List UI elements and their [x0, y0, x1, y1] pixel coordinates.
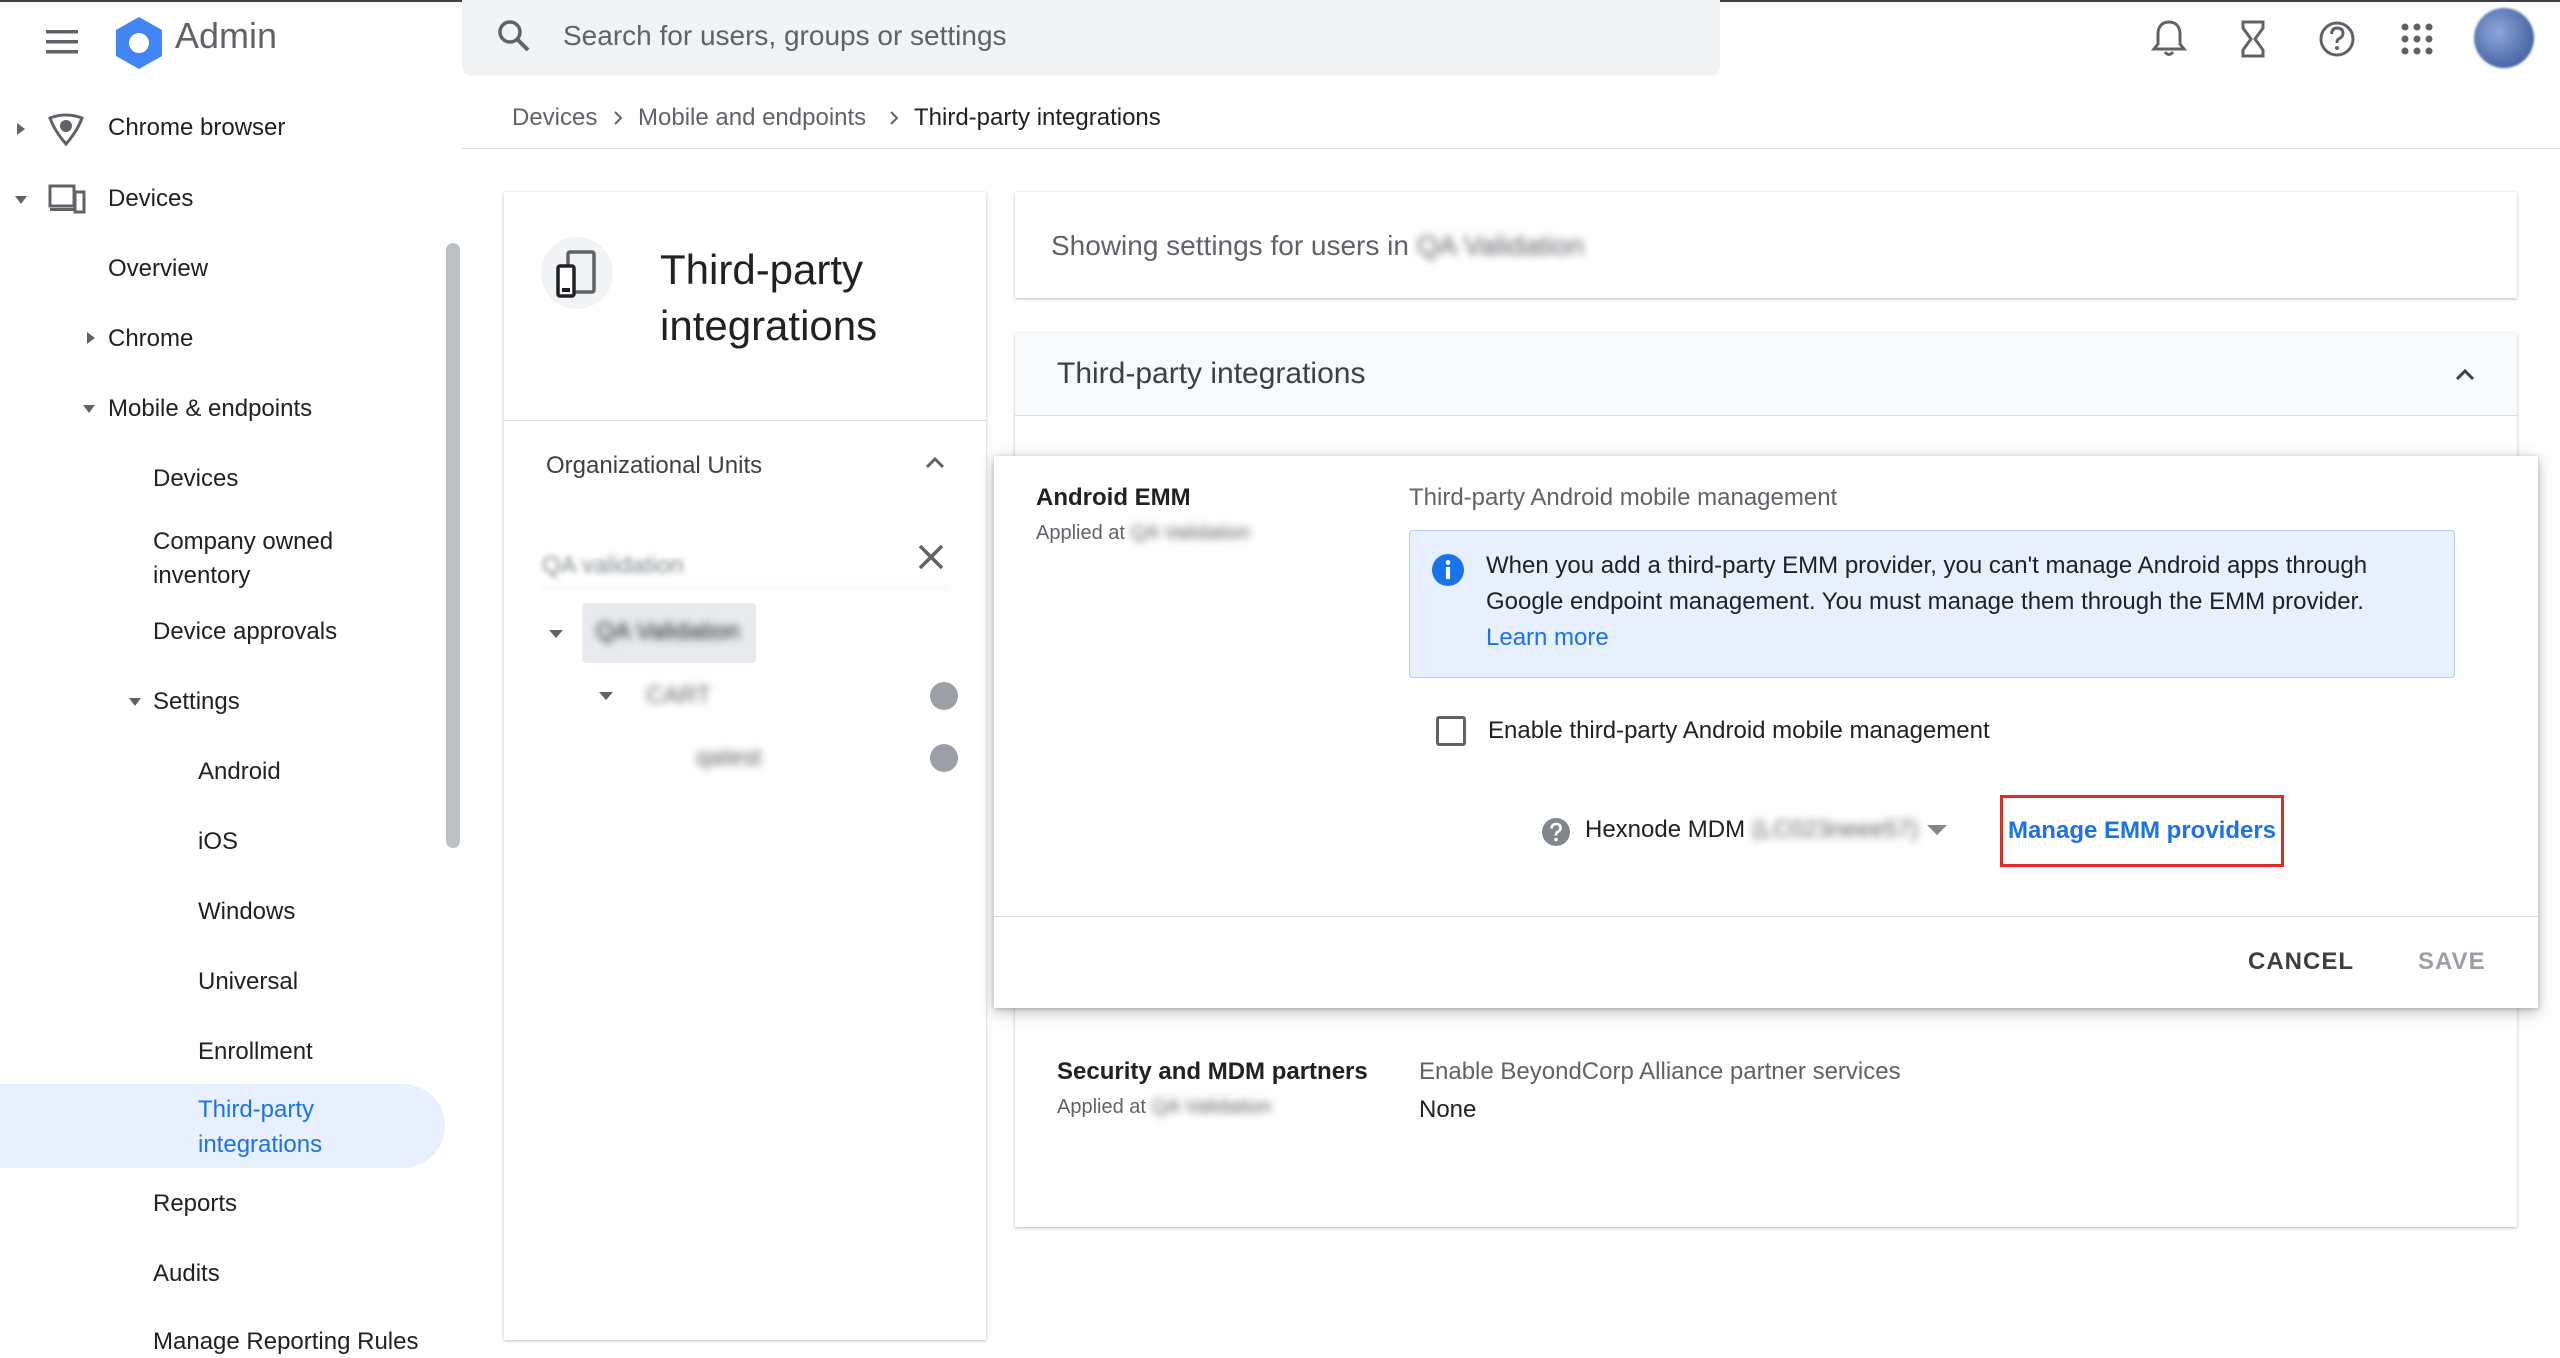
devices-icon: [48, 182, 86, 216]
sidebar-scrollbar[interactable]: [446, 243, 460, 848]
sidebar-item-devices-sub[interactable]: Devices: [153, 465, 238, 493]
section-divider: [1015, 415, 2517, 416]
manage-emm-providers-link[interactable]: Manage EMM providers: [2000, 795, 2284, 867]
notifications-bell-icon[interactable]: [2144, 14, 2194, 64]
breadcrumb-devices[interactable]: Devices: [512, 104, 597, 132]
info-banner-text: When you add a third-party EMM provider,…: [1486, 552, 2368, 651]
sidebar-item-overview[interactable]: Overview: [108, 255, 208, 283]
sidebar-item-audits[interactable]: Audits: [153, 1260, 220, 1288]
security-partners-value: None: [1419, 1096, 1477, 1123]
sidebar-item-chrome-browser[interactable]: Chrome browser: [108, 114, 285, 142]
security-partners-applied-at: Applied at QA Validation: [1057, 1096, 1272, 1118]
collapse-arrow-icon[interactable]: [82, 402, 96, 416]
security-partners-setting-title: Enable BeyondCorp Alliance partner servi…: [1419, 1058, 1901, 1085]
scope-label: Showing settings for users in QA Validat…: [1051, 230, 1585, 261]
header-divider: [462, 148, 2560, 149]
sidebar-item-chrome[interactable]: Chrome: [108, 325, 193, 353]
breadcrumb-mobile-and-endpoints[interactable]: Mobile and endpoints: [638, 104, 866, 132]
edit-card-footer-divider: [994, 916, 2538, 917]
sidebar-item-manage-reporting-rules[interactable]: Manage Reporting Rules: [153, 1328, 419, 1356]
emm-provider-select[interactable]: Hexnode MDM (LC023neee57): [1585, 816, 1919, 844]
help-icon[interactable]: [2312, 14, 2362, 64]
expand-arrow-icon[interactable]: [14, 122, 28, 136]
android-emm-applied-at: Applied at QA Validation: [1036, 522, 1251, 544]
search-input[interactable]: [563, 16, 1683, 56]
collapse-arrow-icon[interactable]: [128, 695, 142, 709]
info-icon: [1430, 552, 1466, 588]
chevron-right-icon: [884, 108, 904, 128]
chrome-browser-icon: [46, 112, 86, 148]
mobile-devices-icon: [540, 236, 614, 310]
sidebar-item-universal[interactable]: Universal: [198, 968, 298, 996]
apps-grid-icon[interactable]: [2392, 14, 2442, 64]
chevron-up-icon[interactable]: [922, 450, 948, 476]
sidebar-item-settings[interactable]: Settings: [153, 688, 240, 716]
left-panel-title: Third-party integrations: [660, 246, 878, 349]
tree-node-label[interactable]: QA Validation: [596, 618, 740, 646]
enable-emm-checkbox[interactable]: [1436, 716, 1466, 746]
org-units-title: Organizational Units: [546, 452, 763, 479]
chevron-up-icon[interactable]: [2452, 362, 2478, 388]
sidebar-item-ios[interactable]: iOS: [198, 828, 238, 856]
section-title: Third-party integrations: [1057, 357, 1366, 390]
tasks-hourglass-icon[interactable]: [2228, 14, 2278, 64]
tree-node-label[interactable]: qatest: [696, 744, 761, 772]
sidebar-item-devices[interactable]: Devices: [108, 185, 193, 213]
sidebar-item-third-party-integrations[interactable]: Third-party integrations: [198, 1092, 378, 1162]
expand-arrow-icon[interactable]: [84, 331, 98, 345]
sidebar-item-reports[interactable]: Reports: [153, 1190, 237, 1218]
sidebar-item-android[interactable]: Android: [198, 758, 281, 786]
dropdown-arrow-icon[interactable]: [1926, 822, 1948, 838]
admin-logo-icon[interactable]: [110, 14, 168, 72]
user-avatar[interactable]: [2474, 8, 2534, 68]
chevron-right-icon: [608, 108, 628, 128]
main-menu-icon[interactable]: [38, 18, 88, 68]
save-button[interactable]: SAVE: [2418, 948, 2486, 976]
help-circle-icon[interactable]: [1540, 816, 1572, 848]
breadcrumb-current: Third-party integrations: [914, 104, 1161, 131]
search-icon[interactable]: [494, 16, 534, 56]
collapse-arrow-icon[interactable]: [548, 626, 564, 642]
scope-org-unit: QA Validation: [1416, 230, 1585, 261]
org-unit-filter-input[interactable]: [540, 545, 950, 588]
left-panel-divider: [504, 420, 986, 421]
sidebar-item-enrollment[interactable]: Enrollment: [198, 1038, 313, 1066]
security-partners-name: Security and MDM partners: [1057, 1058, 1368, 1085]
learn-more-link[interactable]: Learn more: [1486, 624, 1609, 651]
collapse-arrow-icon[interactable]: [598, 688, 614, 704]
app-title[interactable]: Admin: [175, 14, 277, 58]
enable-emm-checkbox-label[interactable]: Enable third-party Android mobile manage…: [1488, 717, 1990, 745]
collapse-arrow-icon[interactable]: [14, 193, 28, 207]
sidebar-item-device-approvals[interactable]: Device approvals: [153, 618, 337, 646]
sidebar-item-windows[interactable]: Windows: [198, 898, 295, 926]
android-emm-setting-title: Third-party Android mobile management: [1409, 484, 1838, 511]
android-emm-name: Android EMM: [1036, 484, 1191, 511]
tree-node-label[interactable]: CART: [646, 682, 711, 710]
tree-node-status-dot: [930, 744, 958, 772]
clear-close-icon[interactable]: [914, 540, 948, 574]
tree-node-status-dot: [930, 682, 958, 710]
sidebar-item-mobile-endpoints[interactable]: Mobile & endpoints: [108, 395, 312, 423]
cancel-button[interactable]: CANCEL: [2248, 948, 2354, 976]
sidebar-item-company-owned-inventory[interactable]: Company owned inventory: [153, 525, 373, 593]
